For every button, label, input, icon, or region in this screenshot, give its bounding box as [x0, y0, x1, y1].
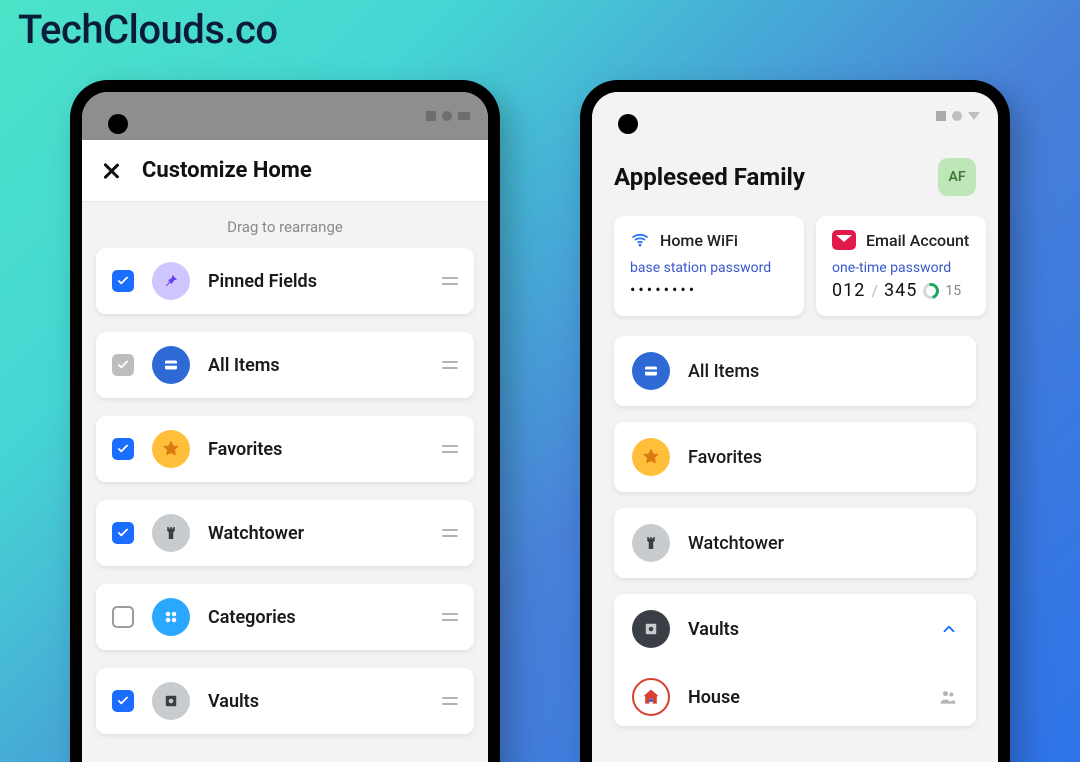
- row-categories[interactable]: Categories: [96, 584, 474, 650]
- drag-handle-icon[interactable]: [442, 529, 458, 537]
- nav-label: All Items: [688, 361, 958, 382]
- nav-label: Favorites: [688, 447, 958, 468]
- drag-handle-icon[interactable]: [442, 445, 458, 453]
- row-label: Watchtower: [208, 523, 424, 544]
- wifi-icon: [630, 230, 650, 250]
- row-watchtower[interactable]: Watchtower: [96, 500, 474, 566]
- row-label: Vaults: [208, 691, 424, 712]
- status-bar: [82, 92, 488, 140]
- row-label: All Items: [208, 355, 424, 376]
- row-pinned-fields[interactable]: Pinned Fields: [96, 248, 474, 314]
- home-header: Appleseed Family AF: [592, 140, 998, 206]
- check-icon: [116, 526, 130, 540]
- drag-hint: Drag to rearrange: [82, 202, 488, 248]
- status-square-icon: [426, 111, 436, 121]
- drag-handle-icon[interactable]: [442, 697, 458, 705]
- drag-handle-icon[interactable]: [442, 613, 458, 621]
- checkbox-on[interactable]: [112, 270, 134, 292]
- check-icon: [116, 358, 130, 372]
- mail-icon: [832, 230, 856, 250]
- status-bar: [592, 92, 998, 140]
- card-subtitle: one-time password: [832, 260, 970, 276]
- nav-watchtower[interactable]: Watchtower: [614, 508, 976, 578]
- status-dot-icon: [952, 111, 962, 121]
- wallet-icon: [632, 352, 670, 390]
- vault-icon: [632, 610, 670, 648]
- nav-favorites[interactable]: Favorites: [614, 422, 976, 492]
- tower-icon: [152, 514, 190, 552]
- camera-hole: [618, 114, 638, 134]
- close-icon[interactable]: [102, 162, 120, 180]
- otp-seconds: 15: [945, 283, 961, 299]
- status-triangle-icon: [968, 112, 980, 120]
- otp-timer-ring-icon: [920, 280, 942, 302]
- check-icon: [116, 274, 130, 288]
- status-square-icon: [936, 111, 946, 121]
- checkbox-disabled[interactable]: [112, 354, 134, 376]
- pin-icon: [152, 262, 190, 300]
- avatar[interactable]: AF: [938, 158, 976, 196]
- wallet-icon: [152, 346, 190, 384]
- check-icon: [116, 694, 130, 708]
- checkbox-on[interactable]: [112, 522, 134, 544]
- otp-separator: /: [871, 281, 878, 300]
- checkbox-on[interactable]: [112, 438, 134, 460]
- phone-customize-home: Customize Home Drag to rearrange Pinned …: [70, 80, 500, 762]
- check-icon: [116, 442, 130, 456]
- customize-list: Pinned Fields All Items: [82, 248, 488, 734]
- password-mask: ••••••••: [630, 280, 697, 299]
- status-dot-icon: [442, 111, 452, 121]
- watermark-text: TechClouds.co: [18, 6, 278, 53]
- camera-hole: [108, 114, 128, 134]
- nav-all-items[interactable]: All Items: [614, 336, 976, 406]
- drag-handle-icon[interactable]: [442, 361, 458, 369]
- card-title: Home WiFi: [660, 231, 738, 250]
- row-label: Favorites: [208, 439, 424, 460]
- star-icon: [632, 438, 670, 476]
- vaults-label: Vaults: [688, 619, 922, 640]
- card-email-account[interactable]: Email Account one-time password 012 / 34…: [816, 216, 986, 316]
- status-triangle-icon: [458, 112, 470, 120]
- tower-icon: [632, 524, 670, 562]
- card-home-wifi[interactable]: Home WiFi base station password ••••••••: [614, 216, 804, 316]
- shared-icon: [938, 687, 958, 707]
- vault-item-label: House: [688, 687, 920, 708]
- grid-icon: [152, 598, 190, 636]
- checkbox-off[interactable]: [112, 606, 134, 628]
- card-title: Email Account: [866, 231, 969, 250]
- pinned-cards[interactable]: Home WiFi base station password ••••••••…: [592, 206, 998, 326]
- home-sections: All Items Favorites Watchtower: [592, 326, 998, 726]
- house-icon: [632, 678, 670, 716]
- card-subtitle: base station password: [630, 260, 788, 276]
- otp-part-1: 012: [832, 280, 865, 301]
- vaults-section: Vaults House: [614, 594, 976, 726]
- star-icon: [152, 430, 190, 468]
- customize-header: Customize Home: [82, 140, 488, 202]
- drag-handle-icon[interactable]: [442, 277, 458, 285]
- checkbox-on[interactable]: [112, 690, 134, 712]
- row-vaults[interactable]: Vaults: [96, 668, 474, 734]
- vault-icon: [152, 682, 190, 720]
- vaults-header[interactable]: Vaults: [632, 594, 958, 664]
- chevron-up-icon: [940, 620, 958, 638]
- phone-home: Appleseed Family AF Home WiFi base stati…: [580, 80, 1010, 762]
- otp-part-2: 345: [884, 280, 917, 301]
- row-all-items[interactable]: All Items: [96, 332, 474, 398]
- row-favorites[interactable]: Favorites: [96, 416, 474, 482]
- nav-label: Watchtower: [688, 533, 958, 554]
- page-title: Customize Home: [142, 158, 312, 183]
- row-label: Categories: [208, 607, 424, 628]
- vault-name: Appleseed Family: [614, 163, 805, 191]
- row-label: Pinned Fields: [208, 271, 424, 292]
- vault-item-house[interactable]: House: [632, 664, 958, 726]
